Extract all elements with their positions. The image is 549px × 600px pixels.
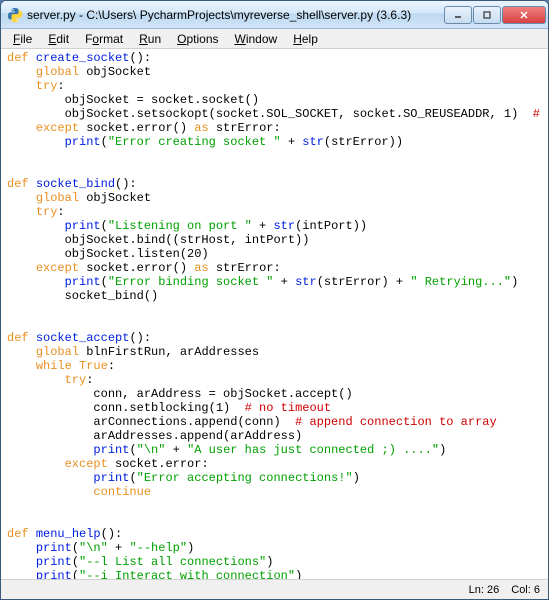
maximize-button[interactable] — [473, 6, 501, 24]
code-line[interactable]: arAddresses.append(arAddress) — [7, 429, 542, 443]
window: server.py - C:\Users\ PycharmProjects\my… — [0, 0, 549, 600]
code-line[interactable]: global blnFirstRun, arAddresses — [7, 345, 542, 359]
code-line[interactable]: try: — [7, 205, 542, 219]
code-editor[interactable]: def create_socket(): global objSocket tr… — [1, 49, 548, 579]
menu-edit[interactable]: Edit — [40, 30, 77, 48]
code-line[interactable]: try: — [7, 79, 542, 93]
menu-options[interactable]: Options — [169, 30, 226, 48]
code-line[interactable]: conn, arAddress = objSocket.accept() — [7, 387, 542, 401]
code-line[interactable]: def socket_bind(): — [7, 177, 542, 191]
code-line[interactable]: print("--l List all connections") — [7, 555, 542, 569]
titlebar[interactable]: server.py - C:\Users\ PycharmProjects\my… — [1, 1, 548, 29]
code-line[interactable] — [7, 303, 542, 317]
minimize-button[interactable] — [444, 6, 472, 24]
code-line[interactable]: global objSocket — [7, 65, 542, 79]
menu-file[interactable]: File — [5, 30, 40, 48]
code-line[interactable]: print("Listening on port " + str(intPort… — [7, 219, 542, 233]
code-line[interactable]: def menu_help(): — [7, 527, 542, 541]
code-line[interactable] — [7, 499, 542, 513]
python-icon — [7, 7, 23, 23]
code-line[interactable]: except socket.error() as strError: — [7, 121, 542, 135]
menu-format[interactable]: Format — [77, 30, 131, 48]
code-line[interactable]: continue — [7, 485, 542, 499]
code-line[interactable] — [7, 149, 542, 163]
code-line[interactable]: print("Error accepting connections!") — [7, 471, 542, 485]
window-title: server.py - C:\Users\ PycharmProjects\my… — [27, 8, 444, 22]
status-col: Col: 6 — [511, 584, 540, 596]
menu-help[interactable]: Help — [285, 30, 326, 48]
code-line[interactable]: conn.setblocking(1) # no timeout — [7, 401, 542, 415]
menu-run[interactable]: Run — [131, 30, 169, 48]
code-line[interactable]: objSocket.listen(20) — [7, 247, 542, 261]
menubar: File Edit Format Run Options Window Help — [1, 29, 548, 49]
code-line[interactable]: global objSocket — [7, 191, 542, 205]
close-button[interactable] — [502, 6, 546, 24]
code-line[interactable]: print("--i Interact with connection") — [7, 569, 542, 579]
code-line[interactable] — [7, 513, 542, 527]
window-controls — [444, 6, 546, 24]
code-line[interactable]: while True: — [7, 359, 542, 373]
code-line[interactable]: objSocket.bind((strHost, intPort)) — [7, 233, 542, 247]
code-line[interactable]: objSocket = socket.socket() — [7, 93, 542, 107]
code-line[interactable]: print("Error binding socket " + str(strE… — [7, 275, 542, 289]
code-line[interactable]: objSocket.setsockopt(socket.SOL_SOCKET, … — [7, 107, 542, 121]
code-line[interactable]: print("\n" + "A user has just connected … — [7, 443, 542, 457]
code-line[interactable]: print("\n" + "--help") — [7, 541, 542, 555]
code-line[interactable]: except socket.error() as strError: — [7, 261, 542, 275]
code-line[interactable]: print("Error creating socket " + str(str… — [7, 135, 542, 149]
statusbar: Ln: 26 Col: 6 — [1, 579, 548, 599]
code-line[interactable] — [7, 317, 542, 331]
status-line: Ln: 26 — [469, 584, 500, 596]
code-line[interactable]: def socket_accept(): — [7, 331, 542, 345]
code-line[interactable]: try: — [7, 373, 542, 387]
menu-window[interactable]: Window — [227, 30, 286, 48]
code-line[interactable]: def create_socket(): — [7, 51, 542, 65]
code-line[interactable]: socket_bind() — [7, 289, 542, 303]
code-line[interactable]: arConnections.append(conn) # append conn… — [7, 415, 542, 429]
code-line[interactable]: except socket.error: — [7, 457, 542, 471]
code-line[interactable] — [7, 163, 542, 177]
